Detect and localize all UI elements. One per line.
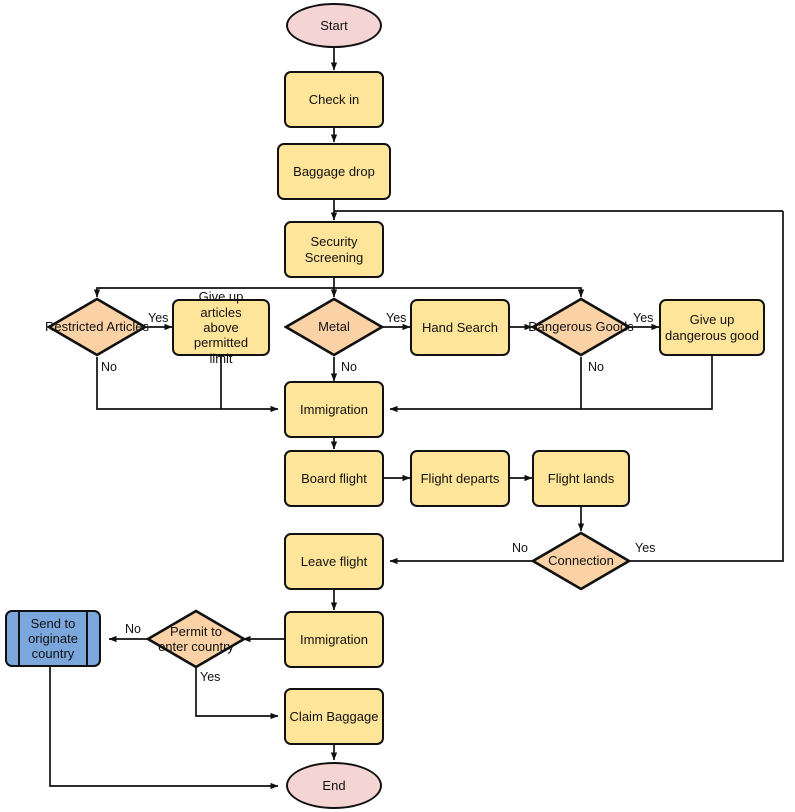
node-baggage-drop[interactable]: Baggage drop [277, 143, 391, 200]
node-baggage-drop-label: Baggage drop [293, 163, 375, 179]
node-start-label: Start [320, 17, 348, 33]
node-immigration-1-label: Immigration [300, 401, 368, 417]
node-dangerous-goods-label: Dangerous Goods [528, 319, 634, 335]
edge-label-connection-yes: Yes [635, 541, 656, 555]
node-leave-flight-label: Leave flight [300, 553, 368, 569]
node-security-screening-label-line2: Screening [304, 249, 364, 265]
node-give-up-articles-label-line3: limit [209, 350, 233, 366]
node-connection-label: Connection [548, 553, 614, 569]
edge-label-metal-yes: Yes [386, 311, 407, 325]
node-end-label: End [322, 777, 346, 793]
node-restricted-articles[interactable]: Restricted Articles [44, 297, 150, 357]
edge-label-permit-no: No [125, 622, 141, 636]
node-board-flight-label: Board flight [301, 470, 367, 486]
node-restricted-articles-label: Restricted Articles [44, 319, 150, 335]
node-metal-label: Metal [318, 319, 350, 335]
node-give-up-dangerous-good-label-line2: dangerous good [665, 327, 759, 343]
edge-label-restricted-no: No [101, 360, 117, 374]
node-security-screening-label-line1: Security [310, 234, 358, 250]
edge-restricted-immigration1 [96, 357, 279, 413]
node-permit-to-enter-country[interactable]: Permit to enter country [146, 609, 246, 669]
node-flight-departs[interactable]: Flight departs [410, 450, 510, 507]
node-give-up-articles-label-line2: above permitted [193, 319, 249, 351]
node-claim-baggage-label: Claim Baggage [289, 708, 379, 724]
node-give-up-articles[interactable]: Give up articles above permitted limit [172, 289, 270, 366]
node-send-to-originate-country-label-line3: country [31, 646, 75, 662]
node-give-up-dangerous-good[interactable]: Give up dangerous good [659, 299, 765, 356]
edge-label-dangerous-yes: Yes [633, 311, 654, 325]
node-immigration-1[interactable]: Immigration [284, 381, 384, 438]
edge-label-metal-no: No [341, 360, 357, 374]
edge-label-restricted-yes: Yes [148, 311, 169, 325]
edge-sendback-end [49, 667, 279, 790]
predefined-right-bar [86, 612, 88, 665]
node-claim-baggage[interactable]: Claim Baggage [284, 688, 384, 745]
edge-connection-security [630, 211, 784, 562]
node-metal[interactable]: Metal [284, 297, 384, 357]
node-immigration-2[interactable]: Immigration [284, 611, 384, 668]
node-check-in-label: Check in [308, 91, 360, 107]
node-permit-label-line2: enter country [158, 639, 234, 654]
predefined-left-bar [18, 612, 20, 665]
node-send-to-originate-country-label-line2: originate [28, 630, 78, 646]
flowchart-canvas: Start Check in Baggage drop Security Scr… [0, 0, 795, 812]
node-permit-label-line1: Permit to [169, 623, 222, 639]
node-security-screening[interactable]: Security Screening [284, 221, 384, 278]
node-send-to-originate-country-label-line1: Send to [30, 615, 76, 631]
node-connection[interactable]: Connection [531, 531, 631, 591]
node-end[interactable]: End [286, 762, 382, 809]
node-flight-lands[interactable]: Flight lands [532, 450, 630, 507]
node-start[interactable]: Start [286, 3, 382, 48]
edge-label-connection-no: No [512, 541, 528, 555]
node-send-to-originate-country[interactable]: Send to originate country [5, 610, 101, 667]
node-give-up-dangerous-good-label-line1: Give up [689, 312, 735, 328]
node-give-up-articles-label-line1: Give up articles [198, 289, 244, 320]
edge-dangerous-immigration1 [389, 357, 582, 413]
node-hand-search-label: Hand Search [422, 319, 498, 335]
node-check-in[interactable]: Check in [284, 71, 384, 128]
edge-label-permit-yes: Yes [200, 670, 221, 684]
node-permit-to-enter-country-label: Permit to enter country [158, 624, 234, 655]
node-hand-search[interactable]: Hand Search [410, 299, 510, 356]
node-flight-lands-label: Flight lands [547, 470, 615, 486]
edge-security-dangerous [334, 287, 585, 298]
node-immigration-2-label: Immigration [300, 631, 368, 647]
node-board-flight[interactable]: Board flight [284, 450, 384, 507]
node-leave-flight[interactable]: Leave flight [284, 533, 384, 590]
connector-layer [49, 48, 784, 790]
edge-label-dangerous-no: No [588, 360, 604, 374]
node-flight-departs-label: Flight departs [420, 470, 500, 486]
node-dangerous-goods[interactable]: Dangerous Goods [528, 297, 634, 357]
